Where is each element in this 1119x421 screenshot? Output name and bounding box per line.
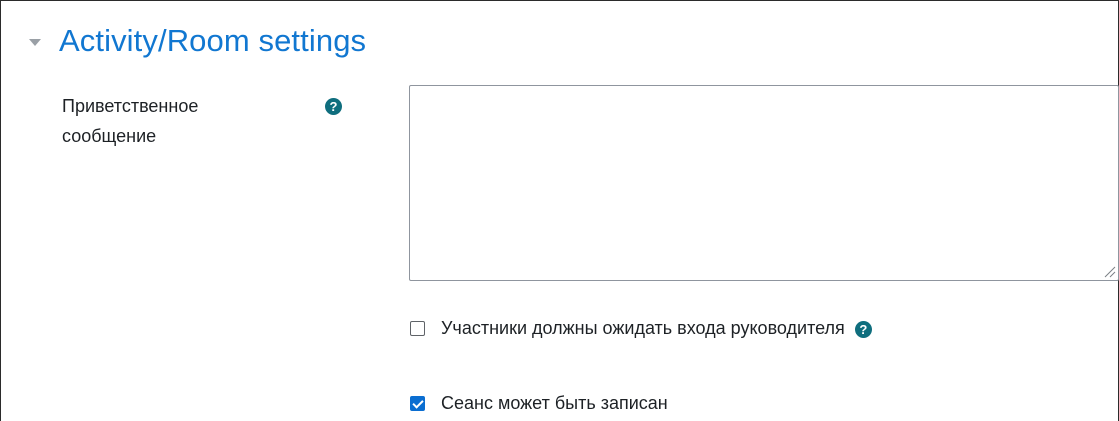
wait-for-moderator-row: Участники должны ожидать входа руководит… bbox=[410, 318, 872, 339]
wait-for-moderator-label[interactable]: Участники должны ожидать входа руководит… bbox=[441, 318, 845, 339]
recordable-label[interactable]: Сеанс может быть записан bbox=[441, 393, 668, 414]
question-circle-icon[interactable]: ? bbox=[325, 98, 342, 115]
recordable-row: Сеанс может быть записан bbox=[410, 393, 668, 414]
recordable-checkbox[interactable] bbox=[410, 396, 425, 411]
settings-panel: Activity/Room settings Приветственное со… bbox=[0, 0, 1119, 421]
welcome-message-textarea[interactable] bbox=[409, 85, 1119, 281]
welcome-message-label: Приветственное сообщение bbox=[62, 91, 282, 151]
resize-grip-icon[interactable] bbox=[1102, 264, 1116, 278]
question-circle-icon[interactable]: ? bbox=[854, 321, 872, 338]
wait-for-moderator-checkbox[interactable] bbox=[410, 321, 425, 336]
section-header-toggle[interactable]: Activity/Room settings bbox=[29, 23, 366, 59]
welcome-message-label-line2: сообщение bbox=[62, 126, 157, 146]
caret-down-icon[interactable] bbox=[29, 38, 41, 46]
welcome-message-label-line1: Приветственное bbox=[62, 96, 199, 116]
section-title: Activity/Room settings bbox=[59, 23, 367, 58]
